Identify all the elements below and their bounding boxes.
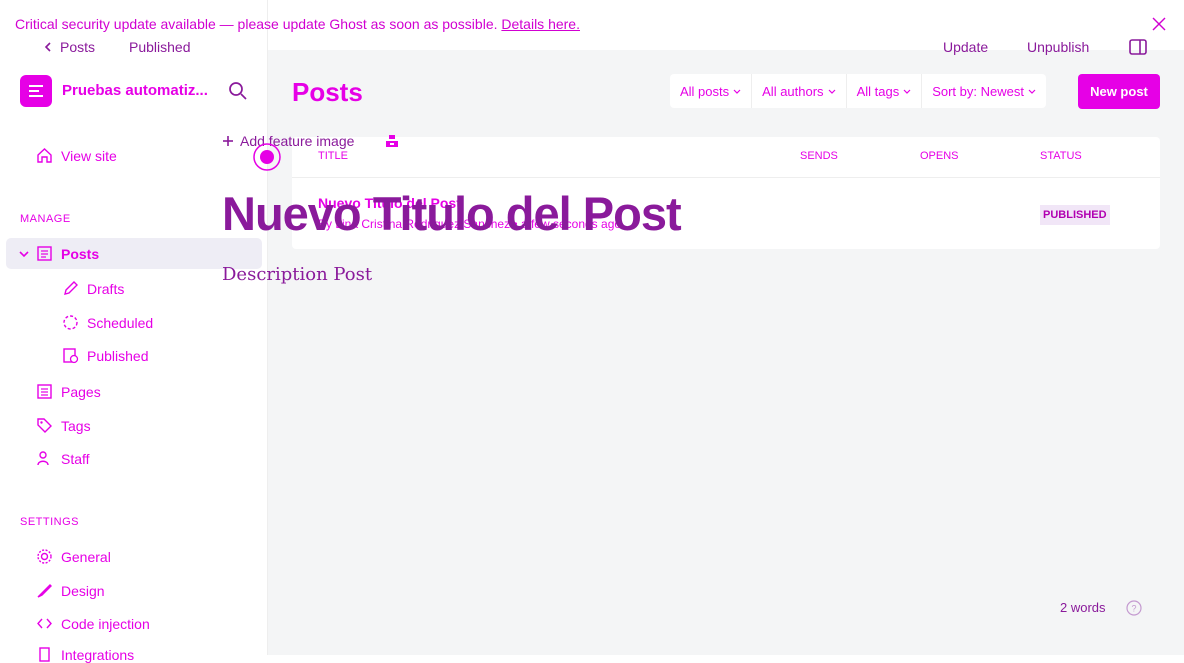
column-header-status[interactable]: STATUS xyxy=(1040,150,1082,162)
chevron-down-icon xyxy=(828,89,835,94)
nav-label: Code injection xyxy=(61,615,150,632)
nav-design[interactable]: Design xyxy=(36,582,105,599)
sidebar-toggle-icon[interactable] xyxy=(1129,39,1147,55)
nav-label: General xyxy=(61,548,111,565)
gear-icon xyxy=(37,549,52,564)
update-button[interactable]: Update xyxy=(943,39,988,55)
table-divider xyxy=(292,177,1160,178)
chevron-left-icon xyxy=(44,42,51,52)
nav-posts[interactable]: Posts xyxy=(36,245,99,262)
back-label: Posts xyxy=(60,39,96,55)
pages-icon xyxy=(37,384,52,399)
banner-text: Critical security update available — ple… xyxy=(15,16,498,32)
filter-label: All posts xyxy=(680,83,730,99)
clock-icon xyxy=(63,315,78,330)
filter-sort[interactable]: Sort by: Newest xyxy=(922,74,1046,108)
unsplash-icon[interactable] xyxy=(385,134,399,148)
main-content: Posts All posts All authors All tags Sor… xyxy=(268,50,1184,655)
nav-view-site[interactable]: View site xyxy=(36,147,117,164)
column-header-opens[interactable]: OPENS xyxy=(920,150,959,162)
nav-label: Drafts xyxy=(87,280,125,297)
menu-icon xyxy=(29,85,43,97)
filter-type[interactable]: All posts xyxy=(670,74,753,108)
filter-label: Sort by: Newest xyxy=(932,83,1024,99)
filter-author[interactable]: All authors xyxy=(752,74,847,108)
chevron-down-icon[interactable] xyxy=(18,249,30,259)
nav-staff[interactable]: Staff xyxy=(36,450,90,467)
search-icon[interactable] xyxy=(228,81,248,101)
filter-label: All tags xyxy=(856,83,900,99)
code-icon xyxy=(37,618,52,629)
post-body-editor[interactable]: Description Post xyxy=(222,264,372,285)
chevron-down-icon xyxy=(733,89,741,94)
cursor-target-icon xyxy=(253,143,281,171)
site-name[interactable]: Pruebas automatiz... xyxy=(62,82,208,99)
page-title: Posts xyxy=(292,77,363,107)
filter-tag[interactable]: All tags xyxy=(847,74,923,108)
sidebar: Pruebas automatiz... View site MANAGE Po… xyxy=(0,0,268,663)
filter-bar: All posts All authors All tags Sort by: … xyxy=(670,74,1046,108)
posts-icon xyxy=(37,246,52,261)
unpublish-button[interactable]: Unpublish xyxy=(1027,39,1089,55)
post-status: Published xyxy=(129,39,191,55)
brush-icon xyxy=(37,584,52,598)
tag-icon xyxy=(37,418,52,433)
nav-label: Posts xyxy=(61,245,100,262)
nav-scheduled[interactable]: Scheduled xyxy=(62,314,153,331)
column-header-title[interactable]: TITLE xyxy=(318,150,348,162)
new-post-button[interactable]: New post xyxy=(1078,74,1160,109)
column-header-sends[interactable]: SENDS xyxy=(800,150,838,162)
nav-label: Design xyxy=(61,582,105,599)
security-banner: Critical security update available — ple… xyxy=(15,16,580,32)
nav-label: Staff xyxy=(61,450,90,467)
nav-published[interactable]: Published xyxy=(62,347,149,364)
nav-label: Tags xyxy=(61,417,91,434)
banner-link[interactable]: Details here. xyxy=(501,16,580,32)
published-icon xyxy=(63,348,79,364)
nav-pages[interactable]: Pages xyxy=(36,383,101,400)
word-count: 2 words xyxy=(1060,600,1106,615)
nav-general[interactable]: General xyxy=(36,548,111,565)
close-icon[interactable] xyxy=(1150,15,1168,33)
nav-tags[interactable]: Tags xyxy=(36,417,91,434)
post-title-input[interactable]: Nuevo Titulo del Post xyxy=(222,186,682,241)
help-icon[interactable]: ? xyxy=(1126,600,1142,616)
manage-label: MANAGE xyxy=(20,213,71,225)
plus-icon xyxy=(223,136,233,146)
svg-text:?: ? xyxy=(1131,604,1136,614)
filter-label: All authors xyxy=(762,83,824,99)
nav-label: Pages xyxy=(61,383,101,400)
staff-icon xyxy=(37,451,49,466)
nav-label: View site xyxy=(61,147,117,164)
back-to-posts[interactable]: Posts xyxy=(44,39,95,55)
nav-label: Scheduled xyxy=(87,314,154,331)
chevron-down-icon xyxy=(903,89,911,94)
nav-code-injection[interactable]: Code injection xyxy=(36,615,150,632)
add-feature-image[interactable]: Add feature image xyxy=(222,133,354,149)
pencil-icon xyxy=(64,281,78,295)
site-logo[interactable] xyxy=(20,75,52,107)
home-icon xyxy=(37,148,52,163)
nav-drafts[interactable]: Drafts xyxy=(62,280,124,297)
settings-label: SETTINGS xyxy=(20,516,80,528)
nav-label: Published xyxy=(87,347,149,364)
chevron-down-icon xyxy=(1028,89,1036,94)
status-badge: PUBLISHED xyxy=(1040,205,1110,225)
